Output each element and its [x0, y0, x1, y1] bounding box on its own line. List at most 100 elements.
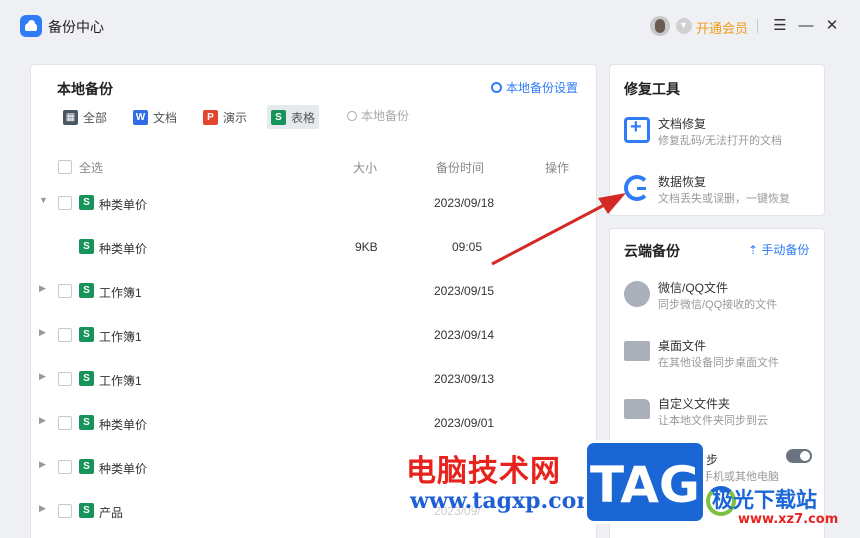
- table-row[interactable]: ▶ S 工作簿1 2023/09/13: [31, 357, 596, 401]
- sheet-icon: S: [79, 503, 94, 518]
- table-row[interactable]: ▼ S 种类单价 2023/09/18: [31, 181, 596, 225]
- open-vip-link[interactable]: 开通会员: [696, 18, 748, 37]
- watermark-cn-text: 电脑技术网: [406, 454, 561, 489]
- manual-backup-link[interactable]: ⇡ 手动备份: [748, 241, 809, 258]
- sheet-icon: S: [79, 195, 94, 210]
- desktop-files-item[interactable]: 桌面文件 在其他设备同步桌面文件: [610, 333, 824, 383]
- backup-time: 2023/09/01: [434, 416, 495, 430]
- cloud-item-name: 微信/QQ文件: [658, 281, 729, 295]
- ppt-icon: P: [203, 109, 218, 125]
- expand-arrow-icon[interactable]: ▶: [39, 327, 46, 338]
- row-checkbox[interactable]: [58, 504, 72, 518]
- doc-repair-icon: [624, 116, 650, 143]
- backup-time: 2023/09/18: [434, 196, 495, 210]
- cloud-item-name: 桌面文件: [658, 339, 707, 353]
- table-row[interactable]: ▶ S 工作簿1 2023/09/15: [31, 269, 596, 313]
- col-select-all: 全选: [79, 161, 104, 175]
- file-name: 产品: [99, 506, 124, 520]
- search-icon: [347, 111, 357, 121]
- tool-name: 文档修复: [658, 117, 707, 131]
- local-backup-title: 本地备份: [57, 81, 113, 97]
- minimize-icon[interactable]: —: [796, 16, 816, 36]
- app-title: 备份中心: [48, 19, 104, 35]
- repair-tools-title: 修复工具: [624, 81, 680, 97]
- grid-icon: ▦: [63, 109, 78, 125]
- row-checkbox[interactable]: [58, 460, 72, 474]
- cloud-item-name: 自定义文件夹: [658, 397, 731, 411]
- doc-repair-tool[interactable]: 文档修复 修复乱码/无法打开的文档: [610, 111, 826, 161]
- collapse-arrow-icon[interactable]: ▼: [39, 195, 48, 205]
- user-avatar[interactable]: [650, 16, 670, 36]
- word-doc-icon: W: [133, 109, 148, 125]
- file-name: 工作簿1: [99, 330, 142, 344]
- chat-bubble-icon: [624, 281, 650, 307]
- settings-label: 本地备份设置: [506, 81, 579, 95]
- sheet-icon: S: [79, 415, 94, 430]
- backup-time: 09:05: [452, 240, 483, 254]
- col-action: 操作: [545, 161, 570, 175]
- expand-arrow-icon[interactable]: ▶: [39, 283, 46, 294]
- search-placeholder: 本地备份: [361, 109, 410, 123]
- cloud-sync-toggle[interactable]: [786, 449, 812, 463]
- tool-name: 数据恢复: [658, 175, 707, 189]
- local-backup-settings-link[interactable]: 本地备份设置: [491, 79, 578, 96]
- cloud-item-desc: 让本地文件夹同步到云: [658, 415, 768, 427]
- file-name: 种类单价: [99, 242, 148, 256]
- vip-diamond-icon[interactable]: [676, 18, 692, 34]
- expand-arrow-icon[interactable]: ▶: [39, 459, 46, 470]
- manual-backup-label: 手动备份: [761, 243, 810, 257]
- backup-time: 2023/09/13: [434, 372, 495, 386]
- filter-sheets[interactable]: S 表格: [267, 105, 320, 129]
- cloud-item-desc: 同步微信/QQ接收的文件: [658, 299, 778, 311]
- watermark-tag-logo: TAG: [584, 440, 706, 524]
- filter-label: 演示: [223, 110, 248, 125]
- settings-gear-icon: [491, 82, 502, 93]
- filter-label: 全部: [83, 110, 108, 125]
- sheet-icon: S: [79, 239, 94, 254]
- backup-time: 2023/09/15: [434, 284, 495, 298]
- table-row[interactable]: ▶ S 种类单价 2023/09/01: [31, 401, 596, 445]
- table-row-child[interactable]: S 种类单价 9KB 09:05: [31, 225, 596, 269]
- col-size: 大小: [353, 161, 378, 175]
- upload-arrow-icon: ⇡: [748, 243, 759, 257]
- row-checkbox[interactable]: [58, 196, 72, 210]
- expand-arrow-icon[interactable]: ▶: [39, 503, 46, 514]
- watermark-url-text: www.tagxp.com: [410, 488, 600, 514]
- row-checkbox[interactable]: [58, 328, 72, 342]
- backup-cloud-logo-icon: [20, 15, 42, 37]
- row-checkbox[interactable]: [58, 416, 72, 430]
- sheet-icon: S: [79, 371, 94, 386]
- row-checkbox[interactable]: [58, 372, 72, 386]
- close-icon[interactable]: ✕: [822, 16, 842, 36]
- expand-arrow-icon[interactable]: ▶: [39, 371, 46, 382]
- sheet-icon: S: [79, 327, 94, 342]
- filter-label: 表格: [291, 110, 316, 125]
- desktop-monitor-icon: [624, 341, 650, 361]
- filter-presentations[interactable]: P 演示: [199, 105, 251, 129]
- data-recovery-icon: [624, 175, 650, 201]
- filter-docs[interactable]: W 文档: [129, 105, 181, 129]
- file-name: 工作簿1: [99, 286, 142, 300]
- expand-arrow-icon[interactable]: ▶: [39, 415, 46, 426]
- sheet-icon: S: [79, 459, 94, 474]
- col-backup-time: 备份时间: [436, 161, 485, 175]
- backup-time: 2023/09/14: [434, 328, 495, 342]
- tool-desc: 修复乱码/无法打开的文档: [658, 135, 783, 147]
- sheet-icon: S: [79, 283, 94, 298]
- watermark-site-url: www.xz7.com: [738, 512, 839, 527]
- table-row[interactable]: ▶ S 工作簿1 2023/09/14: [31, 313, 596, 357]
- file-name: 种类单价: [99, 418, 148, 432]
- row-checkbox[interactable]: [58, 284, 72, 298]
- file-size: 9KB: [355, 240, 378, 254]
- custom-folder-item[interactable]: 自定义文件夹 让本地文件夹同步到云: [610, 391, 824, 441]
- filter-all[interactable]: ▦ 全部: [59, 105, 111, 129]
- select-all-checkbox[interactable]: [58, 160, 72, 174]
- filter-label: 文档: [153, 110, 178, 125]
- tool-desc: 文档丢失或误删，一键恢复: [658, 193, 790, 205]
- backup-search-input[interactable]: 本地备份: [347, 107, 409, 124]
- data-recovery-tool[interactable]: 数据恢复 文档丢失或误删，一键恢复: [610, 169, 826, 219]
- menu-icon[interactable]: ☰: [770, 16, 790, 36]
- folder-icon: [624, 399, 650, 419]
- wechat-qq-files-item[interactable]: 微信/QQ文件 同步微信/QQ接收的文件: [610, 275, 824, 325]
- cloud-backup-title: 云端备份: [624, 243, 680, 259]
